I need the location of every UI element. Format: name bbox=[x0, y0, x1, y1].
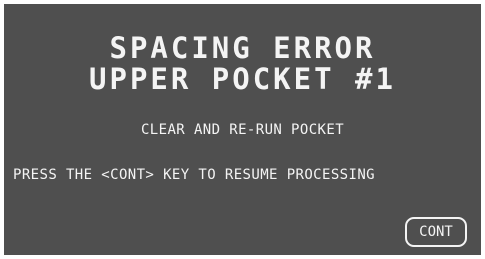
error-title: SPACING ERROR bbox=[109, 31, 376, 65]
instruction-text: CLEAR AND RE-RUN POCKET bbox=[140, 122, 345, 138]
error-screen: SPACING ERROR UPPER POCKET #1 CLEAR AND … bbox=[4, 4, 481, 255]
continue-button[interactable]: CONT bbox=[405, 217, 467, 247]
resume-prompt-text: PRESS THE <CONT> KEY TO RESUME PROCESSIN… bbox=[13, 167, 375, 183]
error-location: UPPER POCKET #1 bbox=[89, 62, 396, 96]
